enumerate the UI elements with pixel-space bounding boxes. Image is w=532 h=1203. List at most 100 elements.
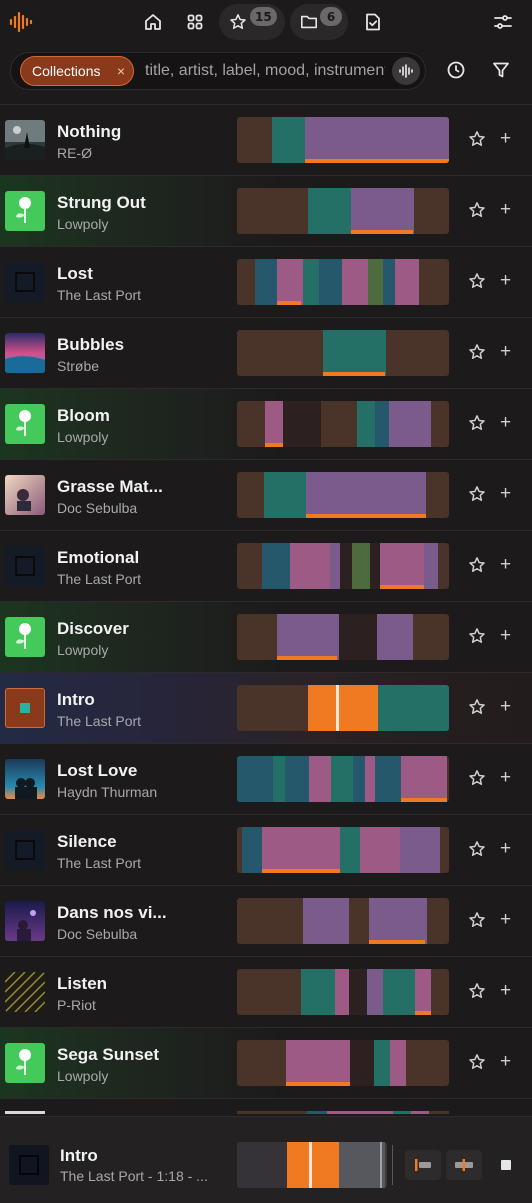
track-row[interactable]: Lost Love Haydn Thurman + xyxy=(0,744,532,815)
favorite-star-icon[interactable] xyxy=(468,201,488,221)
album-art-strung-out xyxy=(5,191,45,231)
favorite-star-icon[interactable] xyxy=(468,769,488,789)
track-row[interactable]: Strung Out Lowpoly + xyxy=(0,176,532,247)
add-icon[interactable]: + xyxy=(500,200,516,219)
track-waveform[interactable] xyxy=(237,1111,449,1114)
album-art-partial xyxy=(5,1111,45,1114)
favorite-star-icon[interactable] xyxy=(468,130,488,150)
audio-search-icon[interactable] xyxy=(392,57,420,85)
track-row[interactable]: Sega Sunset Lowpoly + xyxy=(0,1028,532,1099)
favorite-star-icon[interactable] xyxy=(468,414,488,434)
track-row[interactable]: Bloom Lowpoly + xyxy=(0,389,532,460)
grid-icon[interactable] xyxy=(178,4,212,40)
track-title: Bubbles xyxy=(57,335,125,354)
favorite-star-icon[interactable] xyxy=(468,272,488,292)
favorite-star-icon[interactable] xyxy=(468,982,488,1002)
favorites-button[interactable]: 15 xyxy=(219,4,285,40)
stop-icon[interactable] xyxy=(5,688,45,728)
add-icon[interactable]: + xyxy=(500,129,516,148)
favorite-star-icon[interactable] xyxy=(468,911,488,931)
track-waveform[interactable] xyxy=(237,117,449,163)
track-artist: Doc Sebulba xyxy=(57,500,138,516)
track-artist: RE-Ø xyxy=(57,145,92,161)
track-artist: Lowpoly xyxy=(57,216,109,232)
history-icon[interactable] xyxy=(446,60,470,84)
track-artist: The Last Port xyxy=(57,571,142,587)
track-title: Strung Out xyxy=(57,193,146,212)
track-waveform[interactable] xyxy=(237,827,449,873)
track-waveform[interactable] xyxy=(237,401,449,447)
favorite-star-icon[interactable] xyxy=(468,1053,488,1073)
add-icon[interactable]: + xyxy=(500,271,516,290)
track-waveform[interactable] xyxy=(237,756,449,802)
seek-middle-icon[interactable] xyxy=(446,1150,482,1180)
track-row[interactable]: Discover Lowpoly + xyxy=(0,602,532,673)
track-waveform[interactable] xyxy=(237,472,449,518)
add-icon[interactable]: + xyxy=(500,413,516,432)
album-art-bloom xyxy=(5,404,45,444)
track-waveform[interactable] xyxy=(237,614,449,660)
home-icon[interactable] xyxy=(136,4,170,40)
add-icon[interactable]: + xyxy=(500,697,516,716)
now-playing-subtitle: The Last Port - 1:18 - ... xyxy=(60,1168,208,1184)
favorite-star-icon[interactable] xyxy=(468,840,488,860)
track-row[interactable]: Lost The Last Port + xyxy=(0,247,532,318)
folder-icon xyxy=(300,13,318,36)
track-waveform[interactable] xyxy=(237,898,449,944)
app-logo-icon[interactable] xyxy=(4,4,40,40)
add-icon[interactable]: + xyxy=(500,910,516,929)
track-row-partial[interactable] xyxy=(0,1099,532,1114)
track-row[interactable]: Bubbles Strøbe + xyxy=(0,318,532,389)
skip-to-start-icon[interactable] xyxy=(405,1150,441,1180)
add-icon[interactable]: + xyxy=(500,981,516,1000)
now-playing-title: Intro xyxy=(60,1146,98,1165)
search-input[interactable] xyxy=(145,59,385,83)
chip-close-icon[interactable]: × xyxy=(117,63,125,79)
add-icon[interactable]: + xyxy=(500,484,516,503)
favorite-star-icon[interactable] xyxy=(468,627,488,647)
track-title: Lost Love xyxy=(57,761,138,780)
favorite-star-icon[interactable] xyxy=(468,343,488,363)
track-row-playing[interactable]: Intro The Last Port + xyxy=(0,673,532,744)
track-artist: Lowpoly xyxy=(57,642,109,658)
track-row[interactable]: Grasse Mat... Doc Sebulba + xyxy=(0,460,532,531)
track-waveform[interactable] xyxy=(237,330,449,376)
track-row[interactable]: Dans nos vi... Doc Sebulba + xyxy=(0,886,532,957)
add-icon[interactable]: + xyxy=(500,839,516,858)
track-title: Listen xyxy=(57,974,108,993)
track-title: Intro xyxy=(57,690,95,709)
folders-button[interactable]: 6 xyxy=(290,4,348,40)
album-art-sega-sunset xyxy=(5,1043,45,1083)
add-icon[interactable]: + xyxy=(500,1052,516,1071)
favorites-count-badge: 15 xyxy=(250,7,277,26)
add-icon[interactable]: + xyxy=(500,342,516,361)
now-playing-art[interactable] xyxy=(9,1145,49,1185)
add-icon[interactable]: + xyxy=(500,626,516,645)
checklist-icon[interactable] xyxy=(356,4,390,40)
track-waveform[interactable] xyxy=(237,259,449,305)
track-row[interactable]: Nothing RE-Ø + xyxy=(0,105,532,176)
star-icon xyxy=(229,13,247,36)
track-title: Bloom xyxy=(57,406,110,425)
track-row[interactable]: Emotional The Last Port + xyxy=(0,531,532,602)
track-row[interactable]: Silence The Last Port + xyxy=(0,815,532,886)
add-icon[interactable]: + xyxy=(500,555,516,574)
favorite-star-icon[interactable] xyxy=(468,485,488,505)
favorite-star-icon[interactable] xyxy=(468,698,488,718)
album-art-grasse-matinee xyxy=(5,475,45,515)
now-playing-bar: Intro The Last Port - 1:18 - ... xyxy=(0,1116,532,1203)
add-icon[interactable]: + xyxy=(500,768,516,787)
sliders-icon[interactable] xyxy=(486,4,520,40)
track-waveform[interactable] xyxy=(237,969,449,1015)
now-playing-waveform[interactable] xyxy=(237,1142,387,1188)
filter-icon[interactable] xyxy=(492,61,514,83)
stop-button-icon[interactable] xyxy=(498,1157,514,1173)
track-row[interactable]: Listen P-Riot + xyxy=(0,957,532,1028)
favorite-star-icon[interactable] xyxy=(468,556,488,576)
track-waveform[interactable] xyxy=(237,1040,449,1086)
track-waveform[interactable] xyxy=(237,188,449,234)
collections-chip[interactable]: Collections × xyxy=(20,56,134,86)
track-waveform[interactable] xyxy=(237,543,449,589)
album-art-discover xyxy=(5,617,45,657)
track-waveform[interactable] xyxy=(237,685,449,731)
